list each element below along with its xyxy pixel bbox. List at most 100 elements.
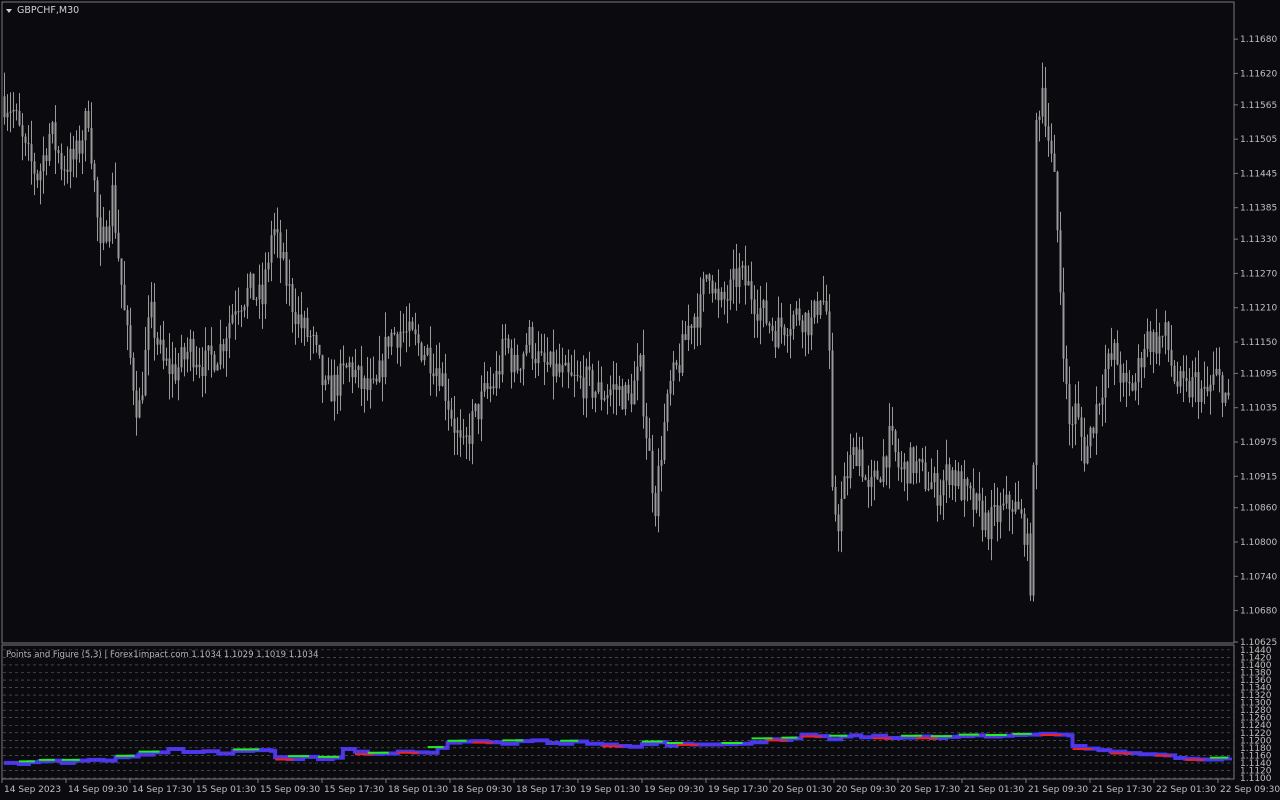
candle-body <box>441 373 444 386</box>
candle-body <box>138 400 141 418</box>
candle-body <box>6 112 9 118</box>
candle-body <box>987 512 990 540</box>
time-tick-label: 14 Sep 17:30 <box>132 785 192 795</box>
candle-body <box>525 344 528 354</box>
candle-body <box>567 362 570 373</box>
candle-body <box>414 329 417 335</box>
chart-window: GBPCHF,M30 1.11680 1.11620 1.11565 1.11505 1… <box>0 0 1280 800</box>
candle-body <box>312 334 315 337</box>
candle-body <box>726 299 729 301</box>
candle-body <box>39 171 42 181</box>
candle-body <box>489 386 492 390</box>
candle-body <box>660 459 663 466</box>
candle-body <box>195 364 198 368</box>
candle-body <box>1086 446 1089 464</box>
candle-body <box>804 312 807 333</box>
candle-body <box>1203 386 1206 389</box>
candle-body <box>270 235 273 263</box>
candle-body <box>486 383 489 390</box>
candle-body <box>1035 119 1038 465</box>
candle-body <box>930 482 933 489</box>
candle-body <box>84 111 87 141</box>
candle-body <box>1122 372 1125 383</box>
candle-body <box>1071 424 1074 426</box>
candle-body <box>1080 417 1083 437</box>
candle-body <box>801 320 804 333</box>
time-tick-label: 14 Sep 09:30 <box>68 785 128 795</box>
candle-body <box>126 310 129 326</box>
candle-body <box>900 467 903 470</box>
candle-body <box>552 351 555 377</box>
candle-body <box>1065 358 1068 385</box>
time-tick-label: 21 Sep 09:30 <box>1028 785 1088 795</box>
price-tick-label: 1.11620 <box>1240 69 1277 79</box>
candle-body <box>645 416 648 439</box>
candle-body <box>984 512 987 531</box>
price-tick-label: 1.11565 <box>1240 101 1277 111</box>
candle-body <box>630 393 633 405</box>
candle-body <box>774 331 777 348</box>
time-tick-label: 21 Sep 17:30 <box>1092 785 1152 795</box>
candle-body <box>642 355 645 417</box>
candle-body <box>1134 382 1137 391</box>
candle-body <box>456 430 459 433</box>
candle-body <box>1008 494 1011 510</box>
candle-body <box>963 478 966 500</box>
price-tick-label: 1.11095 <box>1240 369 1277 379</box>
price-tick-label: 1.10740 <box>1240 572 1277 582</box>
candle-body <box>96 180 99 218</box>
candle-body <box>576 374 579 376</box>
candle-body <box>1185 378 1188 381</box>
candle-body <box>1092 427 1095 434</box>
candle-body <box>318 344 321 356</box>
candle-body <box>210 345 213 355</box>
candle-body <box>282 251 285 259</box>
candle-body <box>918 459 921 462</box>
candle-body <box>1095 404 1098 434</box>
candle-body <box>1212 374 1215 385</box>
candle-body <box>522 353 525 370</box>
candle-body <box>66 169 69 172</box>
candle-body <box>798 308 801 321</box>
candle-body <box>246 287 249 307</box>
candle-body <box>69 148 72 172</box>
candle-body <box>672 362 675 381</box>
candle-body <box>3 96 6 118</box>
price-tick-label: 1.10680 <box>1240 607 1277 617</box>
candle-body <box>369 378 372 390</box>
price-pane[interactable] <box>1 1 1235 644</box>
candle-body <box>828 311 831 351</box>
candle-body <box>1017 501 1020 510</box>
candle-body <box>1029 533 1032 596</box>
candle-body <box>1107 353 1110 370</box>
candle-body <box>651 450 654 494</box>
candle-body <box>759 307 762 321</box>
indicator-tick-label: 1.1100 <box>1240 774 1272 784</box>
candle-body <box>1209 384 1212 392</box>
candle-body <box>717 288 720 301</box>
candle-body <box>75 140 78 160</box>
candle-body <box>849 455 852 479</box>
candle-body <box>675 362 678 366</box>
candle-body <box>372 378 375 380</box>
candle-body <box>267 262 270 270</box>
candle-body <box>972 488 975 510</box>
indicator-axis: 1.14401.14201.14001.13801.13601.13401.13… <box>1240 646 1272 784</box>
candle-body <box>360 366 363 390</box>
candle-body <box>723 291 726 300</box>
candle-body <box>1113 342 1116 360</box>
candle-body <box>585 366 588 399</box>
candle-body <box>579 375 582 378</box>
symbol-label-group: GBPCHF,M30 <box>6 5 79 16</box>
candle-body <box>222 344 225 352</box>
candle-body <box>105 226 108 242</box>
candle-body <box>45 155 48 161</box>
candle-body <box>687 325 690 340</box>
candle-body <box>495 371 498 389</box>
candle-body <box>780 317 783 328</box>
candle-body <box>924 462 927 490</box>
candle-body <box>135 390 138 418</box>
candle-body <box>954 470 957 487</box>
price-tick-label: 1.11270 <box>1240 269 1277 279</box>
candle-body <box>666 393 669 423</box>
